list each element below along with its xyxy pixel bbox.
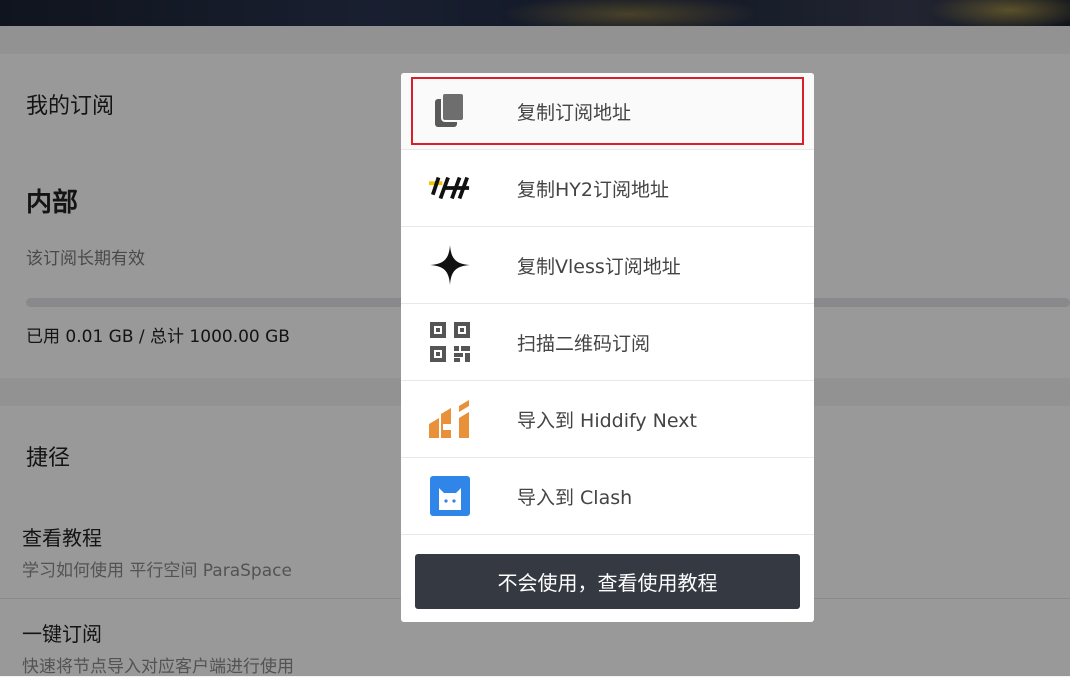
- qr-code-icon: [429, 321, 471, 363]
- copy-vless-label: 复制Vless订阅地址: [517, 255, 681, 278]
- subscribe-modal: 复制订阅地址 复制HY2订阅地址 复制Vless订阅地址 扫描二维码订阅 导入到…: [401, 73, 814, 622]
- import-hiddify-label: 导入到 Hiddify Next: [517, 409, 697, 432]
- vless-star-icon: [429, 244, 471, 286]
- copy-subscription-option[interactable]: 复制订阅地址: [401, 73, 814, 150]
- copy-vless-option[interactable]: 复制Vless订阅地址: [401, 227, 814, 304]
- copy-subscription-label: 复制订阅地址: [517, 101, 632, 124]
- scan-qr-label: 扫描二维码订阅: [517, 332, 651, 355]
- hiddify-icon: [429, 398, 471, 440]
- view-tutorial-button[interactable]: 不会使用，查看使用教程: [415, 554, 800, 609]
- hysteria-icon: [429, 167, 471, 209]
- clash-icon: [429, 475, 471, 517]
- import-clash-option[interactable]: 导入到 Clash: [401, 458, 814, 535]
- copy-hy2-label: 复制HY2订阅地址: [517, 178, 669, 201]
- scan-qr-option[interactable]: 扫描二维码订阅: [401, 304, 814, 381]
- import-hiddify-option[interactable]: 导入到 Hiddify Next: [401, 381, 814, 458]
- import-clash-label: 导入到 Clash: [517, 486, 633, 509]
- copy-hy2-option[interactable]: 复制HY2订阅地址: [401, 150, 814, 227]
- copy-icon: [429, 90, 471, 132]
